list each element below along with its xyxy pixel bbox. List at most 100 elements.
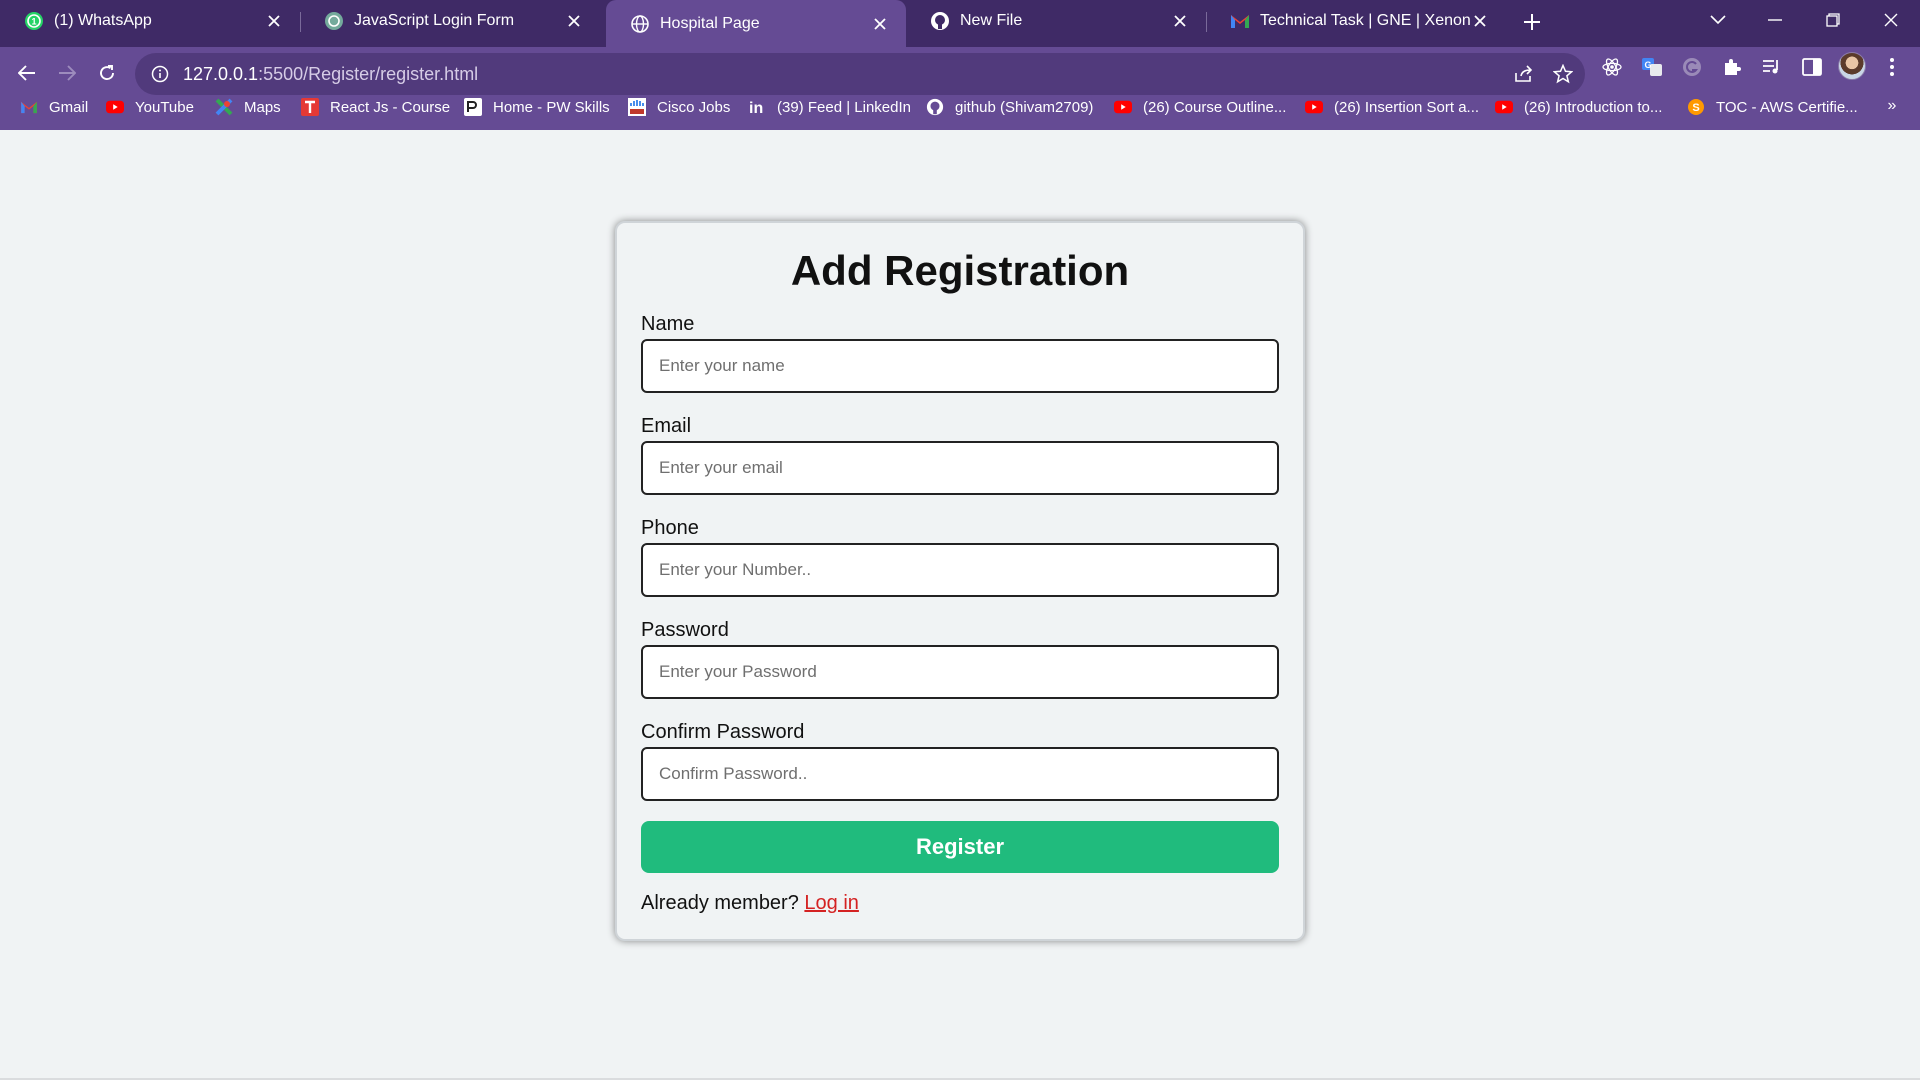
grammarly-icon[interactable]	[1678, 53, 1706, 81]
email-input[interactable]	[659, 458, 1277, 478]
close-icon[interactable]	[870, 14, 890, 34]
reload-button[interactable]	[87, 53, 127, 93]
tab-title: Technical Task | GNE | XenonStack	[1260, 11, 1470, 29]
gmail-icon	[20, 98, 38, 116]
confirm-password-field[interactable]	[641, 747, 1279, 801]
password-input[interactable]	[659, 662, 1277, 682]
extensions-puzzle-icon[interactable]	[1718, 53, 1746, 81]
email-label: Email	[641, 415, 692, 437]
close-icon[interactable]	[1470, 11, 1490, 31]
form-title: Add Registration	[790, 247, 1130, 294]
login-prompt-text: Already member?	[641, 892, 799, 914]
bookmark-cisco-jobs[interactable]: Cisco Jobs	[628, 96, 730, 118]
pw-icon	[464, 98, 482, 116]
github-icon	[930, 11, 950, 31]
youtube-icon	[106, 98, 124, 116]
bookmark-label: (26) Introduction to...	[1524, 98, 1663, 116]
youtube-icon	[1114, 98, 1132, 116]
tab-search-chevron-icon[interactable]	[1696, 6, 1740, 34]
svg-text:G: G	[1644, 60, 1651, 70]
site-info-icon[interactable]	[149, 63, 171, 85]
bookmark-course-outline[interactable]: (26) Course Outline...	[1114, 96, 1286, 118]
password-field[interactable]	[641, 645, 1279, 699]
close-icon[interactable]	[1170, 11, 1190, 31]
tab-technical-task[interactable]: Technical Task | GNE | XenonStack	[1206, 0, 1506, 41]
bookmark-insertion-sort[interactable]: (26) Insertion Sort a...	[1305, 96, 1479, 118]
register-button[interactable]: Register	[641, 821, 1279, 873]
bookmark-label: (39) Feed | LinkedIn	[777, 98, 911, 116]
tab-javascript-login-form[interactable]: JavaScript Login Form	[300, 0, 600, 41]
new-tab-button[interactable]	[1518, 8, 1546, 36]
phone-input[interactable]	[659, 560, 1277, 580]
name-label: Name	[641, 313, 695, 335]
bookmark-introduction[interactable]: (26) Introduction to...	[1495, 96, 1662, 118]
translate-icon[interactable]: G	[1638, 53, 1666, 81]
share-icon[interactable]	[1512, 62, 1536, 86]
password-label: Password	[641, 619, 729, 641]
tab-hospital-page[interactable]: Hospital Page	[606, 0, 906, 47]
whatsapp-icon: 1	[24, 11, 44, 31]
url-text[interactable]: 127.0.0.1:5500/Register/register.html	[183, 64, 478, 85]
globe-icon	[630, 14, 650, 34]
side-panel-icon[interactable]	[1798, 53, 1826, 81]
login-prompt: Already member? Log in	[641, 892, 859, 915]
bookmark-label: Gmail	[49, 98, 89, 116]
bookmark-github[interactable]: github (Shivam2709)	[926, 96, 1093, 118]
login-link[interactable]: Log in	[804, 892, 859, 914]
gmail-icon	[1230, 11, 1250, 31]
bookmark-label: Cisco Jobs	[657, 98, 731, 116]
confirm-password-label: Confirm Password	[641, 721, 805, 743]
name-field[interactable]	[641, 339, 1279, 393]
phone-label: Phone	[641, 517, 699, 539]
bookmarks-overflow-button[interactable]: »	[1880, 94, 1904, 118]
tab-title: JavaScript Login Form	[354, 11, 515, 29]
registration-form: Add Registration Name Email Phone Passwo…	[615, 221, 1305, 941]
page-content: Add Registration Name Email Phone Passwo…	[0, 130, 1920, 1080]
linkedin-icon: in	[748, 98, 766, 116]
bookmark-label: Home - PW Skills	[493, 98, 610, 116]
confirm-password-input[interactable]	[659, 764, 1277, 784]
bookmark-label: (26) Course Outline...	[1143, 98, 1287, 116]
phone-field[interactable]	[641, 543, 1279, 597]
tab-title: New File	[960, 11, 1023, 29]
url-path: :5500/Register/register.html	[258, 63, 479, 84]
aws-icon: S	[1687, 98, 1705, 116]
cisco-icon	[628, 98, 646, 116]
media-controls-icon[interactable]	[1758, 53, 1786, 81]
maps-icon	[215, 98, 233, 116]
kebab-menu-icon[interactable]	[1878, 53, 1906, 81]
close-icon[interactable]	[264, 11, 284, 31]
url-host: 127.0.0.1	[183, 63, 259, 84]
bookmark-pw-skills[interactable]: Home - PW Skills	[464, 96, 610, 118]
bookmark-label: React Js - Course	[330, 98, 451, 116]
bookmark-linkedin[interactable]: in (39) Feed | LinkedIn	[748, 96, 911, 118]
profile-avatar[interactable]	[1838, 52, 1866, 80]
bookmark-gmail[interactable]: Gmail	[20, 96, 88, 118]
bookmark-aws-toc[interactable]: S TOC - AWS Certifie...	[1687, 96, 1858, 118]
bookmark-label: (26) Insertion Sort a...	[1334, 98, 1480, 116]
back-button[interactable]	[7, 53, 47, 93]
tab-title: (1) WhatsApp	[54, 11, 152, 29]
bookmark-star-icon[interactable]	[1551, 62, 1575, 86]
minimize-icon[interactable]	[1753, 6, 1797, 34]
name-input[interactable]	[659, 356, 1277, 376]
svg-text:S: S	[1692, 102, 1699, 114]
react-devtools-icon[interactable]	[1598, 53, 1626, 81]
bookmark-label: YouTube	[135, 98, 194, 116]
bookmark-youtube[interactable]: YouTube	[106, 96, 194, 118]
svg-text:in: in	[749, 100, 763, 116]
tab-whatsapp[interactable]: 1 (1) WhatsApp	[0, 0, 300, 41]
chatgpt-icon	[324, 11, 344, 31]
email-field[interactable]	[641, 441, 1279, 495]
tab-strip: 1 (1) WhatsApp JavaScript Login Form Hos…	[0, 0, 1920, 47]
bookmark-label: TOC - AWS Certifie...	[1716, 98, 1858, 116]
course-icon	[301, 98, 319, 116]
tab-new-file[interactable]: New File	[906, 0, 1206, 41]
restore-icon[interactable]	[1811, 6, 1855, 34]
close-icon[interactable]	[564, 11, 584, 31]
bookmark-maps[interactable]: Maps	[215, 96, 281, 118]
bookmark-react-course[interactable]: React Js - Course	[301, 96, 450, 118]
close-window-icon[interactable]	[1869, 6, 1913, 34]
bookmark-label: github (Shivam2709)	[955, 98, 1094, 116]
forward-button[interactable]	[47, 53, 87, 93]
